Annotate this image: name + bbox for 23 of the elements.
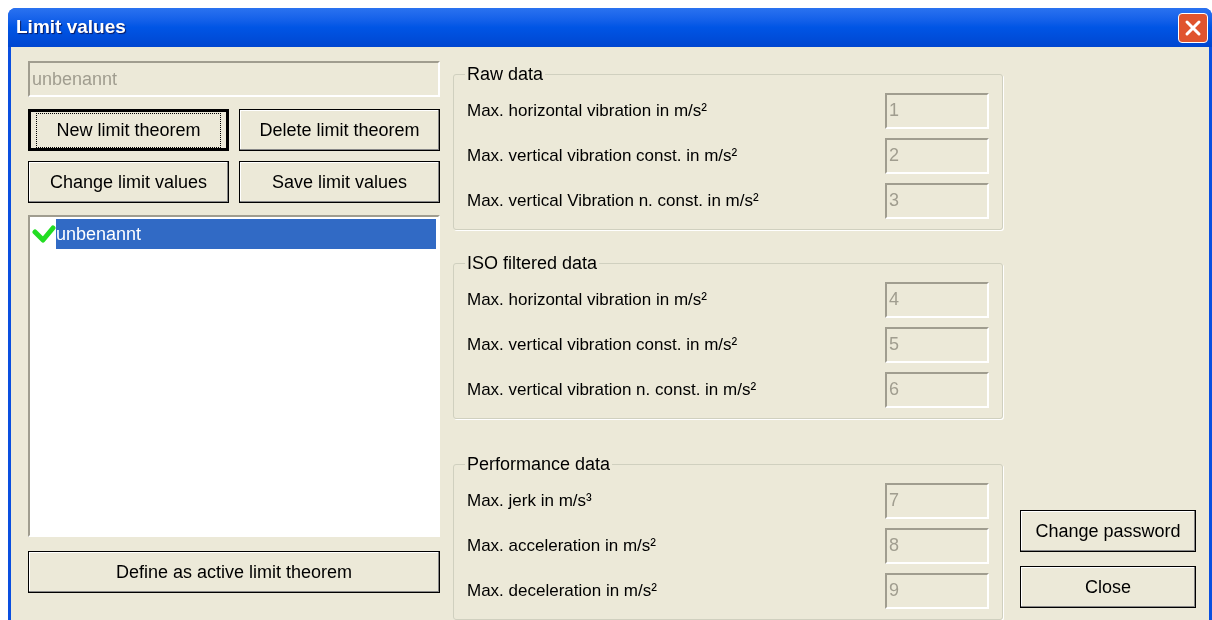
field-label: Max. acceleration in m/s² (467, 534, 656, 557)
group-title: ISO filtered data (466, 252, 599, 275)
action-button[interactable]: Delete limit theorem (239, 109, 440, 151)
field-label: Max. jerk in m/s³ (467, 489, 592, 512)
field-label: Max. horizontal vibration in m/s² (467, 99, 707, 122)
field-label: Max. deceleration in m/s² (467, 579, 657, 602)
field-label: Max. horizontal vibration in m/s² (467, 288, 707, 311)
group-title: Raw data (466, 63, 545, 86)
define-active-button[interactable]: Define as active limit theorem (28, 551, 440, 593)
field-label: Max. vertical vibration n. const. in m/s² (467, 378, 757, 401)
side-button[interactable]: Change password (1020, 510, 1196, 552)
field-label: Max. vertical Vibration n. const. in m/s² (467, 189, 759, 212)
window-title: Limit values (16, 15, 126, 40)
field-label: Max. vertical vibration const. in m/s² (467, 333, 738, 356)
field-label: Max. vertical vibration const. in m/s² (467, 144, 738, 167)
action-button[interactable]: Save limit values (239, 161, 440, 203)
side-button[interactable]: Close (1020, 566, 1196, 608)
close-button[interactable] (1178, 12, 1208, 43)
group-title: Performance data (466, 453, 612, 476)
close-icon (1184, 18, 1202, 37)
action-button[interactable]: New limit theorem (28, 109, 229, 151)
action-button[interactable]: Change limit values (28, 161, 229, 203)
list-item[interactable]: unbenannt (56, 219, 436, 249)
